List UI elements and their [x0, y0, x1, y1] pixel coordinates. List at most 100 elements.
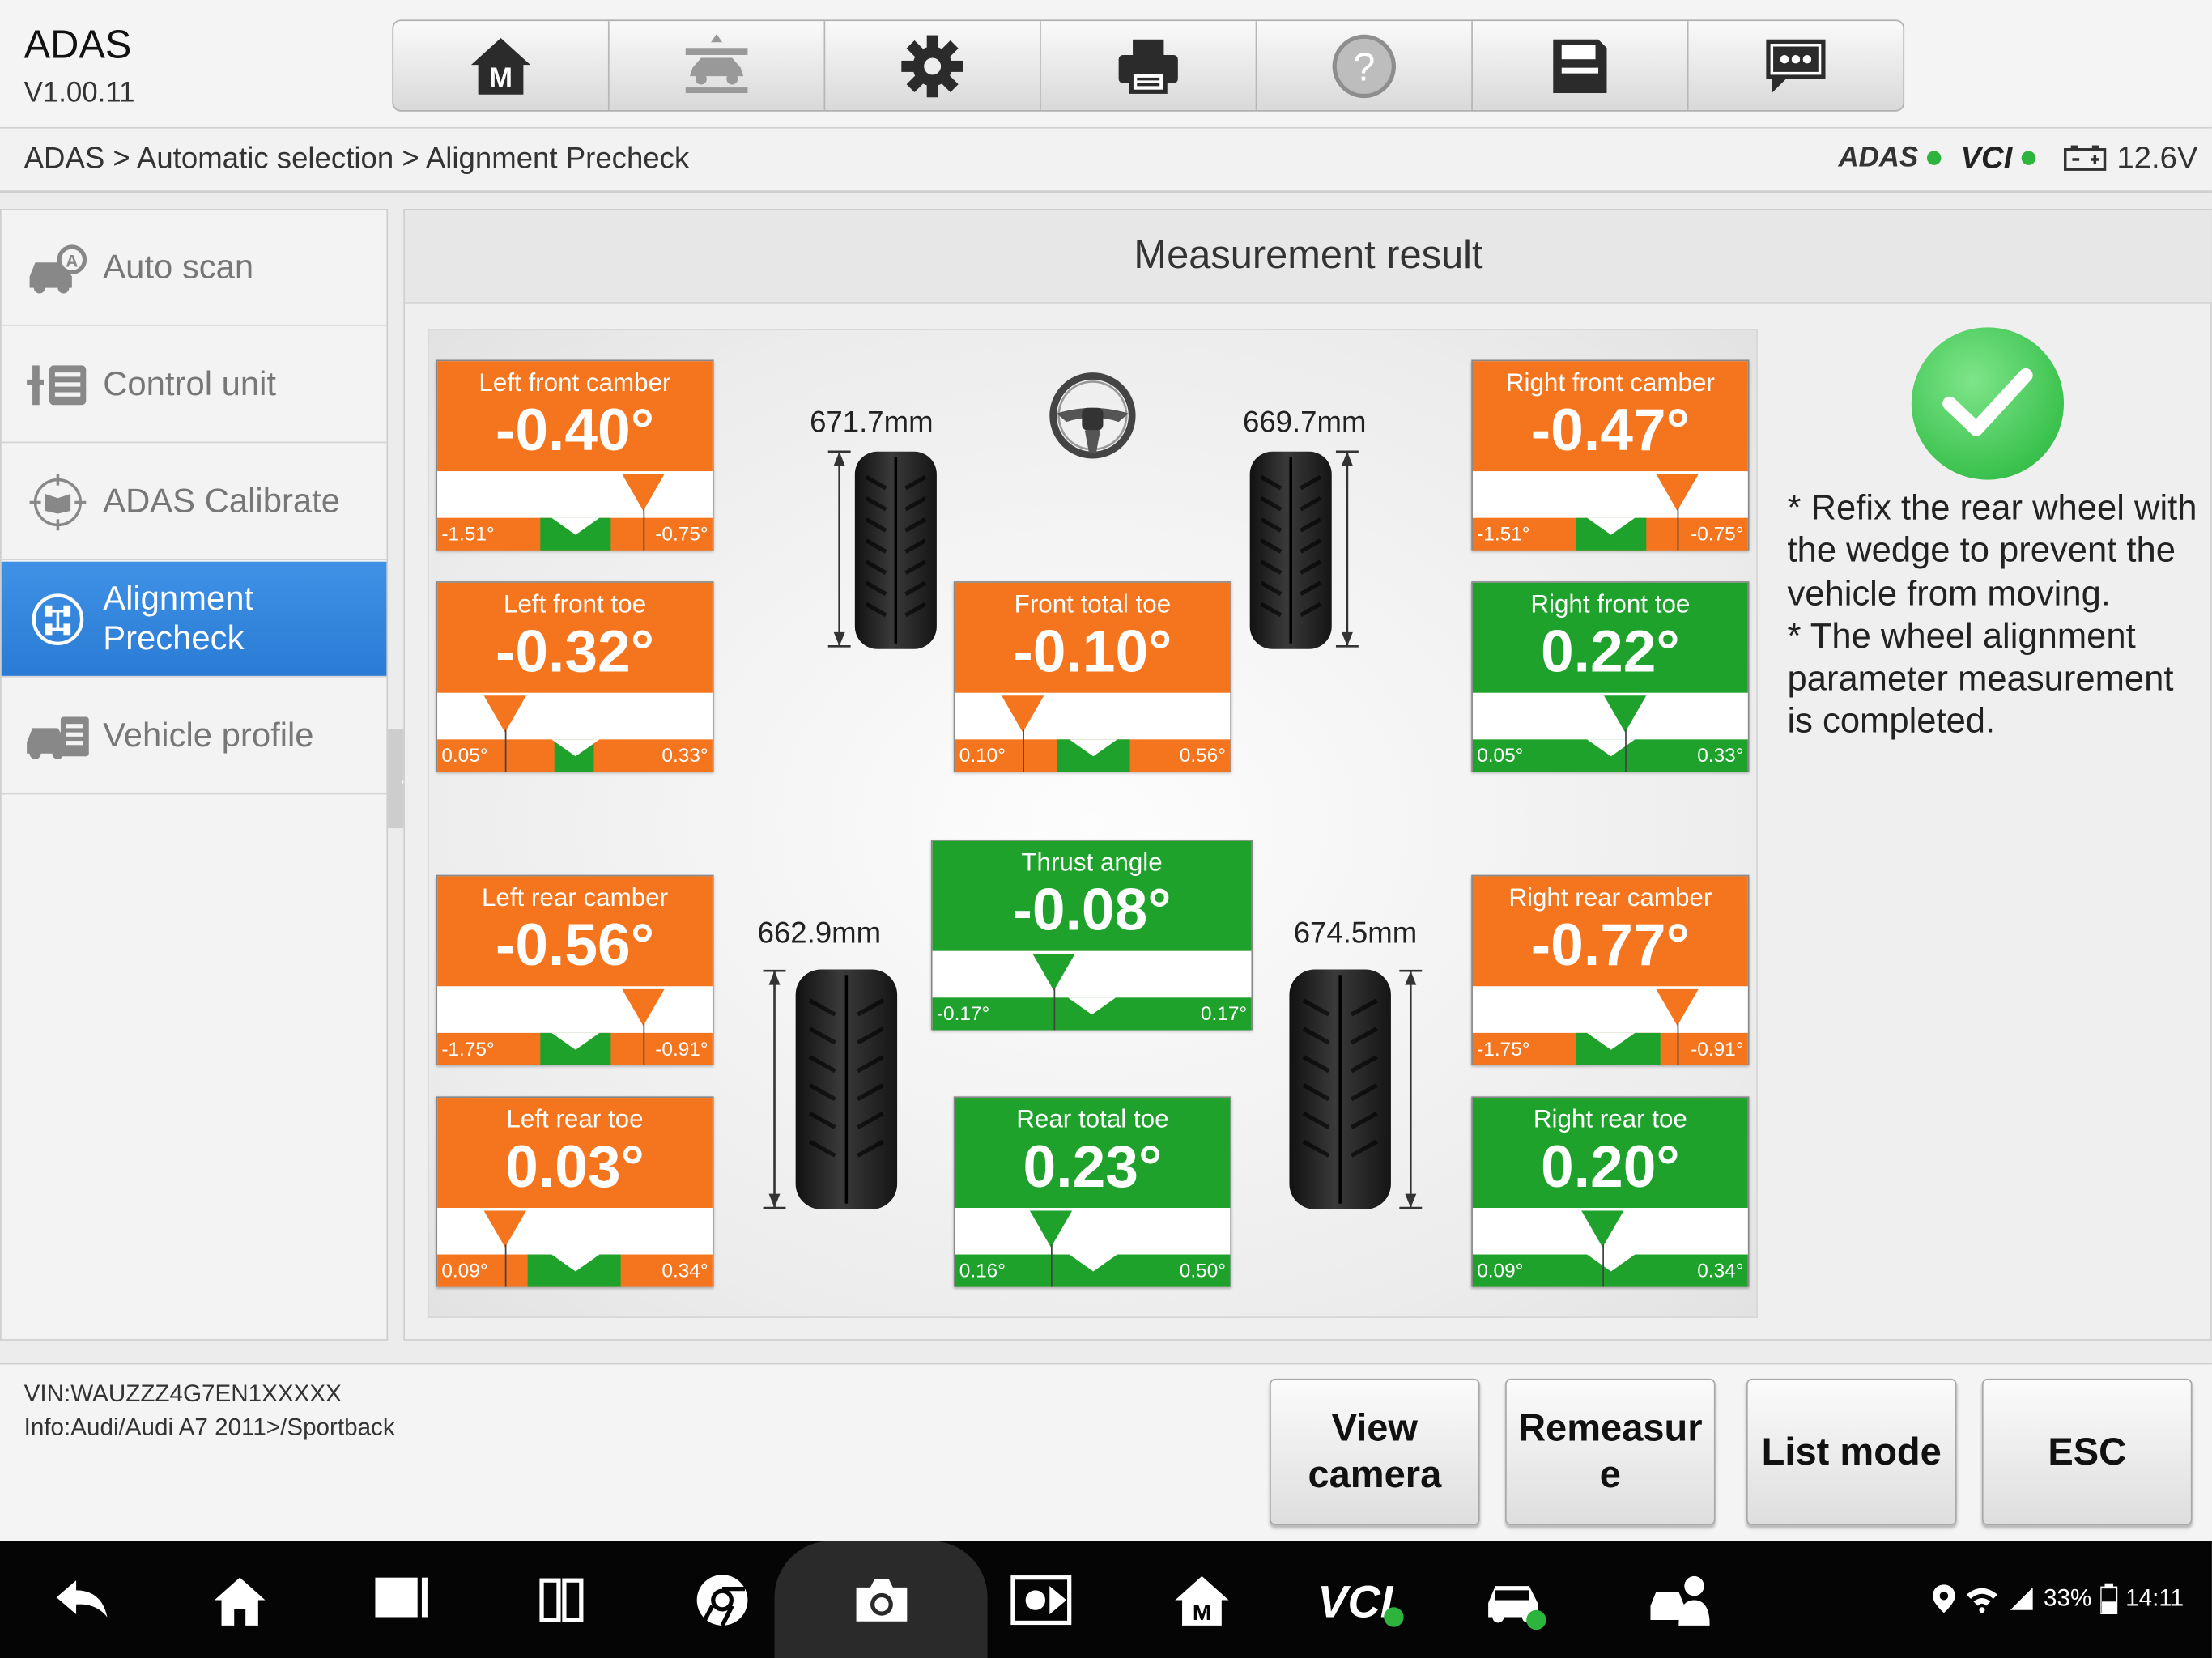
value-pointer — [1581, 1210, 1624, 1248]
card-value: -0.40° — [495, 396, 655, 463]
value-pointer — [1029, 1210, 1073, 1248]
left-rear-height-arrow — [763, 969, 786, 1209]
save-icon — [1553, 38, 1607, 93]
range-min: -1.51° — [441, 521, 495, 545]
range-min: 0.05° — [1477, 743, 1524, 767]
page-title: Measurement result — [1134, 232, 1483, 277]
rear-total-toe-card: Rear total toe 0.23° 0.16° 0.50° — [953, 1096, 1232, 1287]
card-value: -0.32° — [495, 618, 655, 685]
view-camera-button[interactable]: View camera — [1270, 1378, 1480, 1526]
success-check-icon — [1911, 327, 2064, 480]
camera-icon[interactable] — [851, 1569, 913, 1631]
left-rear-camber-card: Left rear camber -0.56° -1.75° -0.91° — [436, 874, 714, 1065]
sidebar-item-alignment-precheck[interactable]: Alignment Precheck — [1, 561, 387, 678]
remeasure-button[interactable]: Remeasur e — [1505, 1378, 1716, 1526]
card-label: Right rear camber — [1508, 883, 1712, 912]
battery-voltage: 12.6V — [2116, 139, 2198, 176]
esc-button[interactable]: ESC — [1981, 1378, 2193, 1526]
sidebar-item-label: Vehicle profile — [103, 716, 314, 755]
card-label: Right rear toe — [1533, 1104, 1687, 1133]
left-rear-toe-card: Left rear toe 0.03° 0.09° 0.34° — [436, 1096, 714, 1287]
card-value: -0.77° — [1530, 911, 1690, 978]
value-pointer — [1656, 474, 1699, 511]
thrust-angle-card: Thrust angle -0.08° -0.17° 0.17° — [930, 840, 1253, 1031]
range-max: -0.91° — [655, 1037, 708, 1060]
value-pointer — [622, 474, 665, 511]
sidebar-item-adas-calibrate[interactable]: ADAS Calibrate — [1, 444, 387, 560]
app-version: V1.00.11 — [23, 77, 135, 109]
svg-text:M: M — [489, 62, 513, 93]
card-value: -0.56° — [495, 911, 655, 978]
recent-apps-icon[interactable] — [369, 1569, 432, 1631]
range-min: 0.05° — [441, 743, 488, 767]
range-min: 0.10° — [959, 743, 1006, 767]
right-rear-toe-card: Right rear toe 0.20° 0.09° 0.34° — [1471, 1096, 1750, 1287]
range-min: 0.09° — [1477, 1258, 1524, 1282]
adas-connected-icon — [1926, 151, 1942, 165]
save-button[interactable] — [1473, 21, 1689, 110]
card-label: Left rear toe — [506, 1104, 644, 1133]
chrome-icon[interactable] — [691, 1569, 754, 1631]
range-max: 0.33° — [661, 743, 708, 767]
card-value: 0.20° — [1540, 1133, 1680, 1200]
svg-text:M: M — [1193, 1600, 1211, 1625]
home-icon[interactable] — [209, 1569, 271, 1631]
screen-brightness-icon[interactable] — [1010, 1569, 1072, 1631]
sidebar-item-vehicle-profile[interactable]: Vehicle profile — [1, 678, 387, 795]
breadcrumb: ADAS > Automatic selection > Alignment P… — [23, 142, 690, 176]
value-pointer — [483, 1210, 526, 1248]
right-front-tire-icon — [1249, 451, 1332, 649]
left-front-tire-icon — [854, 451, 937, 649]
home-button[interactable]: M — [393, 21, 610, 110]
value-pointer — [1032, 954, 1075, 991]
sidebar-item-control-unit[interactable]: Control unit — [1, 327, 387, 444]
home-m-icon: M — [470, 37, 531, 94]
card-value: 0.22° — [1540, 618, 1680, 685]
range-max: 0.34° — [661, 1258, 708, 1282]
maxisys-home-icon[interactable]: M — [1171, 1569, 1233, 1631]
message-button[interactable] — [1689, 21, 1904, 110]
value-pointer — [1656, 988, 1699, 1027]
wifi-icon — [1966, 1588, 1997, 1613]
range-max: 0.56° — [1179, 743, 1227, 767]
vehicle-lift-button[interactable] — [610, 21, 826, 110]
vci-status-icon[interactable]: VCI — [1317, 1569, 1408, 1631]
steering-wheel-icon — [1049, 372, 1136, 459]
left-rear-height: 662.9mm — [757, 916, 882, 950]
value-pointer — [1002, 695, 1044, 733]
alignment-icon — [32, 593, 84, 645]
remote-expert-icon[interactable] — [1648, 1569, 1710, 1631]
card-label: Rear total toe — [1016, 1104, 1169, 1133]
card-label: Left rear camber — [481, 883, 669, 912]
left-front-toe-card: Left front toe -0.32° 0.05° 0.33° — [436, 581, 714, 772]
list-mode-button[interactable]: List mode — [1746, 1378, 1957, 1526]
print-button[interactable] — [1041, 21, 1257, 110]
front-total-toe-card: Front total toe -0.10° 0.10° 0.56° — [953, 581, 1232, 772]
help-button[interactable]: ? — [1257, 21, 1473, 110]
tools-list-icon — [27, 364, 87, 405]
cellular-signal-icon — [2010, 1587, 2033, 1610]
connection-status: ADAS VCI 12.6V — [1838, 140, 2197, 176]
left-front-height: 671.7mm — [810, 406, 934, 440]
settings-button[interactable] — [825, 21, 1041, 110]
sidebar-item-label: ADAS Calibrate — [103, 482, 341, 521]
split-screen-icon[interactable] — [530, 1569, 593, 1631]
value-pointer — [622, 988, 665, 1027]
right-rear-camber-card: Right rear camber -0.77° -1.75° -0.91° — [1471, 874, 1750, 1065]
back-icon[interactable] — [51, 1569, 113, 1631]
vehicle-status-icon[interactable] — [1484, 1569, 1546, 1631]
sidebar-item-auto-scan[interactable]: A Auto scan — [1, 210, 387, 326]
system-navigation-bar — [0, 1541, 2212, 1658]
vci-logo: VCI — [1960, 139, 2013, 176]
card-label: Left front camber — [479, 368, 671, 397]
adas-logo: ADAS — [1838, 142, 1919, 173]
vehicle-lift-icon — [685, 32, 748, 93]
left-rear-tire-icon — [795, 969, 898, 1209]
svg-text:?: ? — [1353, 45, 1375, 88]
left-front-height-arrow — [827, 450, 851, 648]
card-label: Left front toe — [503, 589, 647, 619]
app-title: ADAS — [23, 22, 132, 66]
value-pointer — [483, 695, 526, 733]
range-min: -1.75° — [441, 1037, 495, 1060]
vehicle-profile-icon — [27, 716, 89, 759]
